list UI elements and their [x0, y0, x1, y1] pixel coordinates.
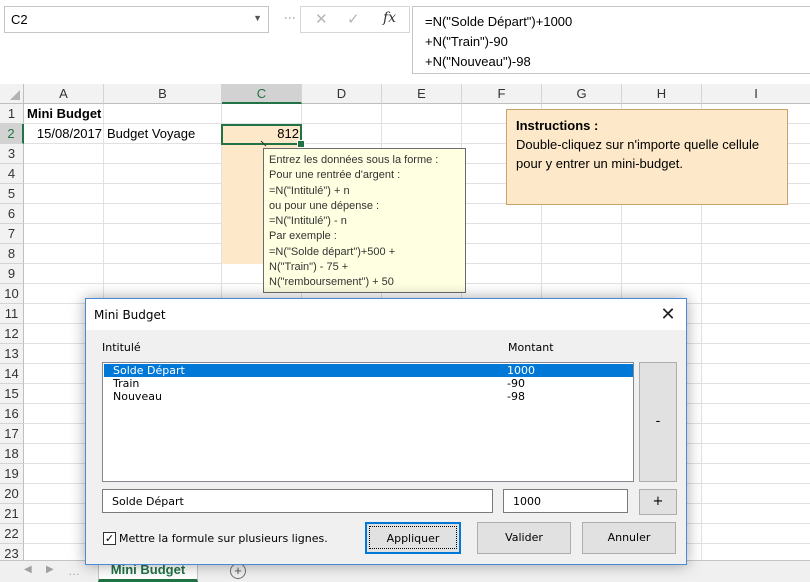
budget-listbox[interactable]: Solde Départ 1000 Train -90 Nouveau -98: [102, 362, 634, 482]
comment-line: =N("Solde départ")+500 +: [269, 245, 396, 258]
formula-line: =N("Solde Départ")+1000: [425, 14, 573, 29]
column-header-d[interactable]: D: [302, 84, 382, 104]
more-sheets-icon[interactable]: …: [68, 564, 80, 578]
comment-line: ou pour une dépense :: [269, 199, 380, 212]
row-header[interactable]: 14: [0, 364, 24, 384]
row-header[interactable]: 5: [0, 184, 24, 204]
list-item-amount: -98: [507, 390, 525, 403]
column-header-g[interactable]: G: [542, 84, 622, 104]
mini-budget-dialog: Mini Budget ✕ Intitulé Montant Solde Dép…: [85, 298, 687, 565]
row-header[interactable]: 20: [0, 484, 24, 504]
next-sheet-icon[interactable]: ▶: [46, 564, 54, 575]
chevron-down-icon[interactable]: ▼: [253, 13, 262, 23]
list-item-amount: -90: [507, 377, 525, 390]
label-input[interactable]: Solde Départ: [102, 489, 493, 513]
list-item[interactable]: Train -90: [104, 377, 633, 390]
row-header[interactable]: 16: [0, 404, 24, 424]
multiline-checkbox-label[interactable]: Mettre la formule sur plusieurs lignes.: [119, 532, 328, 545]
instructions-title: Instructions :: [516, 118, 599, 133]
comment-line: =N("Intitulé") + n: [269, 184, 350, 197]
list-item-label: Solde Départ: [113, 364, 185, 377]
column-header-a[interactable]: A: [24, 84, 104, 104]
row-header[interactable]: 8: [0, 244, 24, 264]
remove-button[interactable]: -: [639, 362, 677, 482]
row-header[interactable]: 12: [0, 324, 24, 344]
column-header-f[interactable]: F: [462, 84, 542, 104]
cell-a2[interactable]: 15/08/2017: [24, 124, 102, 144]
row-header[interactable]: 13: [0, 344, 24, 364]
row-header[interactable]: 18: [0, 444, 24, 464]
dialog-title: Mini Budget: [94, 308, 166, 322]
cell-b2[interactable]: Budget Voyage: [107, 124, 195, 144]
amount-column-header: Montant: [508, 341, 554, 354]
cell-comment: Entrez les données sous la forme : Pour …: [263, 148, 466, 293]
list-item-amount: 1000: [507, 364, 535, 377]
label-column-header: Intitulé: [102, 341, 141, 354]
add-sheet-icon[interactable]: +: [230, 563, 246, 579]
apply-button-label: Appliquer: [369, 526, 457, 549]
dialog-titlebar[interactable]: Mini Budget ✕: [86, 299, 686, 330]
row-header[interactable]: 11: [0, 304, 24, 324]
cell-a1[interactable]: Mini Budget: [27, 104, 101, 124]
row-header[interactable]: 9: [0, 264, 24, 284]
column-header-e[interactable]: E: [382, 84, 462, 104]
row-header[interactable]: 2: [0, 124, 24, 144]
formula-line: +N("Nouveau")-98: [425, 54, 531, 69]
check-icon[interactable]: ✓: [347, 10, 360, 28]
column-header-c[interactable]: C: [222, 84, 302, 104]
formula-bar-area: C2 ▼ ⋮ ✕ ✓ fx =N("Solde Départ")+1000 +N…: [0, 0, 810, 80]
list-item[interactable]: Solde Départ 1000: [104, 364, 633, 377]
row-header[interactable]: 1: [0, 104, 24, 124]
name-box-value: C2: [11, 12, 28, 27]
amount-input[interactable]: 1000: [503, 489, 628, 513]
comment-line: Par exemple :: [269, 230, 337, 243]
comment-line: N("remboursement") + 50: [269, 276, 394, 289]
validate-button[interactable]: Valider: [477, 522, 571, 554]
row-header[interactable]: 22: [0, 524, 24, 544]
list-item[interactable]: Nouveau -98: [104, 390, 633, 403]
instructions-textbox[interactable]: Instructions : Double-cliquez sur n'impo…: [506, 109, 788, 205]
comment-line: =N("Intitulé") - n: [269, 215, 347, 228]
row-header[interactable]: 3: [0, 144, 24, 164]
resize-handle-icon[interactable]: ⋮: [283, 12, 297, 23]
comment-line: Pour une rentrée d'argent :: [269, 169, 401, 182]
list-item-label: Nouveau: [113, 390, 162, 403]
name-box[interactable]: C2 ▼: [4, 6, 269, 33]
multiline-checkbox[interactable]: ✓: [103, 532, 116, 545]
select-all-corner[interactable]: [0, 84, 24, 104]
row-header[interactable]: 15: [0, 384, 24, 404]
row-header[interactable]: 6: [0, 204, 24, 224]
prev-sheet-icon[interactable]: ◀: [24, 564, 32, 575]
formula-buttons: ✕ ✓ fx: [300, 6, 410, 33]
row-header[interactable]: 7: [0, 224, 24, 244]
row-header[interactable]: 4: [0, 164, 24, 184]
column-header-h[interactable]: H: [622, 84, 702, 104]
row-header[interactable]: 10: [0, 284, 24, 304]
instructions-body: Double-cliquez sur n'importe quelle cell…: [516, 137, 760, 171]
list-item-label: Train: [113, 377, 140, 390]
comment-line: Entrez les données sous la forme :: [269, 154, 439, 166]
column-header-b[interactable]: B: [104, 84, 222, 104]
cancel-icon[interactable]: ✕: [315, 10, 328, 28]
apply-button[interactable]: Appliquer: [365, 522, 461, 554]
row-header[interactable]: 19: [0, 464, 24, 484]
fx-icon[interactable]: fx: [383, 10, 396, 26]
row-header[interactable]: 21: [0, 504, 24, 524]
close-icon[interactable]: ✕: [658, 304, 678, 325]
column-header-i[interactable]: I: [702, 84, 810, 104]
cancel-button[interactable]: Annuler: [582, 522, 676, 554]
formula-line: +N("Train")-90: [425, 34, 508, 49]
row-header[interactable]: 17: [0, 424, 24, 444]
add-button[interactable]: +: [639, 489, 677, 515]
comment-line: N("Train") - 75 +: [269, 261, 349, 274]
formula-input[interactable]: =N("Solde Départ")+1000 +N("Train")-90 +…: [412, 6, 810, 74]
